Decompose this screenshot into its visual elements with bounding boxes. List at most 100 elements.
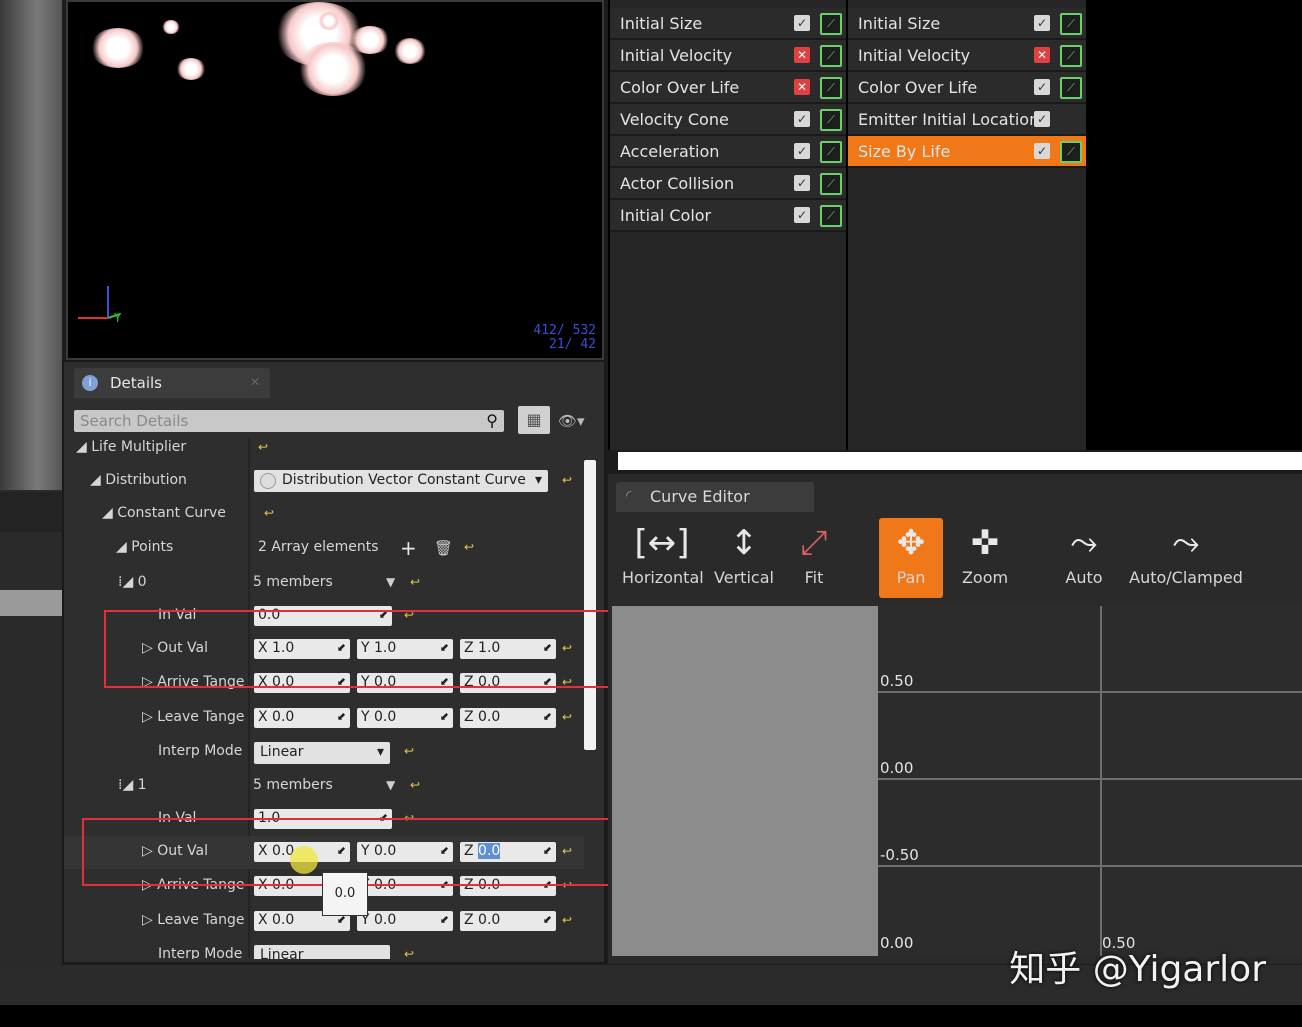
curve-graph-toggle-icon[interactable]: ⟋: [820, 45, 842, 67]
info-icon: i: [82, 375, 98, 391]
row-point-0[interactable]: ⁞◢ 0 5 members ▼ ↩: [64, 567, 584, 600]
module-row[interactable]: Acceleration ✓ ⟋: [610, 136, 846, 168]
module-label: Initial Size: [858, 14, 941, 33]
module-row[interactable]: Initial Color ✓ ⟋: [610, 200, 846, 232]
reset-arrow-icon[interactable]: ↩: [264, 506, 274, 520]
reset-arrow-icon[interactable]: ↩: [404, 947, 414, 959]
row-leave-tangent-0[interactable]: ▷ Leave Tange X 0.0 ⬋ Y 0.0 ⬋ Z 0.0 ⬋ ↩: [64, 702, 584, 735]
auto-clamped-button[interactable]: ⤳ Auto/Clamped: [1128, 518, 1244, 598]
reset-arrow-icon[interactable]: ↩: [410, 778, 420, 792]
interp-mode-0-dropdown[interactable]: Linear ▾: [254, 742, 390, 764]
search-details-input[interactable]: Search Details ⚲: [74, 410, 504, 432]
left-dark-bar: [0, 492, 62, 532]
auto-button[interactable]: ⤳ Auto: [1048, 518, 1120, 598]
disabled-checkbox-icon[interactable]: ✕: [794, 47, 810, 63]
leave-1-y-field[interactable]: Y 0.0 ⬋: [357, 911, 453, 931]
module-row[interactable]: Emitter Initial Location ✓: [848, 104, 1086, 136]
disabled-checkbox-icon[interactable]: ✕: [794, 79, 810, 95]
enabled-checkbox-icon[interactable]: ✓: [1034, 111, 1050, 127]
module-row[interactable]: Actor Collision ✓ ⟋: [610, 168, 846, 200]
timeline-bar: [618, 452, 1302, 470]
particle-viewport[interactable]: Y 412/ 532 21/ 42: [66, 0, 604, 360]
enabled-checkbox-icon[interactable]: ✓: [794, 175, 810, 191]
chevron-down-icon[interactable]: ▼: [386, 778, 395, 792]
module-row[interactable]: Initial Velocity ✕ ⟋: [610, 40, 846, 72]
module-row[interactable]: Velocity Cone ✓ ⟋: [610, 104, 846, 136]
reset-arrow-icon[interactable]: ↩: [562, 710, 572, 724]
enabled-checkbox-icon[interactable]: ✓: [794, 15, 810, 31]
enabled-checkbox-icon[interactable]: ✓: [1034, 15, 1050, 31]
module-row[interactable]: Size By Life ✓ ⟋: [848, 136, 1086, 168]
reset-arrow-icon[interactable]: ↩: [410, 575, 420, 589]
fit-icon: ⤢: [800, 523, 828, 563]
interp-mode-1-dropdown[interactable]: Linear: [254, 945, 390, 959]
enabled-checkbox-icon[interactable]: ✓: [1034, 79, 1050, 95]
module-row[interactable]: Initial Velocity ✕ ⟋: [848, 40, 1086, 72]
particle: [318, 12, 340, 30]
curve-graph[interactable]: 0.50 0.00 -0.50 0.00 0.50: [878, 606, 1302, 956]
highlight-box-out-val-0: [104, 610, 624, 688]
curve-graph-toggle-icon[interactable]: ⟋: [820, 205, 842, 227]
module-row[interactable]: Color Over Life ✓ ⟋: [848, 72, 1086, 104]
reset-arrow-icon[interactable]: ↩: [562, 473, 572, 487]
tab-details[interactable]: i Details ✕: [74, 368, 270, 398]
distribution-label: Distribution: [105, 472, 187, 488]
row-constant-curve[interactable]: ◢ Constant Curve ↩: [64, 498, 584, 531]
curve-graph-toggle-icon[interactable]: ⟋: [1060, 141, 1082, 163]
row-interp-mode-1[interactable]: Interp Mode Linear ↩: [64, 939, 584, 959]
row-distribution[interactable]: ◢ Distribution Distribution Vector Const…: [64, 465, 584, 498]
reset-arrow-icon[interactable]: ↩: [464, 540, 474, 554]
auto-tangent-icon: ⤳: [1070, 523, 1098, 563]
enabled-checkbox-icon[interactable]: ✓: [794, 207, 810, 223]
tab-details-label: Details: [110, 374, 163, 392]
points-label: Points: [131, 539, 174, 555]
row-point-1[interactable]: ⁞◢ 1 5 members ▼ ↩: [64, 770, 584, 803]
view-options-eye-icon[interactable]: 👁▾: [558, 412, 585, 430]
vertical-button[interactable]: ↕ Vertical: [712, 518, 776, 598]
curve-list-area[interactable]: [612, 606, 878, 956]
particle: [162, 20, 180, 34]
distribution-dropdown[interactable]: Distribution Vector Constant Curve ▾: [254, 470, 548, 492]
y-tick-label: -0.50: [880, 846, 919, 864]
module-label: Initial Color: [620, 206, 712, 225]
row-points[interactable]: ◢ Points 2 Array elements + 🗑 ↩: [64, 532, 584, 565]
leave-0-y-field[interactable]: Y 0.0 ⬋: [357, 708, 453, 728]
curve-graph-toggle-icon[interactable]: ⟋: [820, 109, 842, 131]
leave-0-x-field[interactable]: X 0.0 ⬋: [254, 708, 350, 728]
curve-graph-toggle-icon[interactable]: ⟋: [820, 13, 842, 35]
chevron-down-icon[interactable]: ▼: [386, 575, 395, 589]
enabled-checkbox-icon[interactable]: ✓: [794, 143, 810, 159]
enabled-checkbox-icon[interactable]: ✓: [1034, 143, 1050, 159]
module-label: Initial Velocity: [620, 46, 733, 65]
fit-button[interactable]: ⤢ Fit: [786, 518, 842, 598]
module-row[interactable]: Color Over Life ✕ ⟋: [610, 72, 846, 104]
zoom-button[interactable]: ✜ Zoom: [954, 518, 1016, 598]
horizontal-button[interactable]: [↔] Horizontal: [622, 518, 704, 598]
close-tab-icon[interactable]: ✕: [250, 375, 260, 389]
row-interp-mode-0[interactable]: Interp Mode Linear ▾ ↩: [64, 736, 584, 769]
row-life-multiplier[interactable]: ◢ Life Multiplier ↩: [64, 432, 584, 465]
module-row[interactable]: Initial Size ✓ ⟋: [848, 8, 1086, 40]
reset-arrow-icon[interactable]: ↩: [404, 744, 414, 758]
tab-curve-editor[interactable]: ◜ Curve Editor: [616, 482, 814, 512]
details-scrollbar[interactable]: [584, 460, 596, 750]
property-matrix-button[interactable]: ▦: [518, 406, 550, 434]
reset-arrow-icon[interactable]: ↩: [562, 913, 572, 927]
add-element-icon[interactable]: +: [400, 536, 417, 560]
curve-graph-toggle-icon[interactable]: ⟋: [820, 77, 842, 99]
leave-0-z-field[interactable]: Z 0.0 ⬋: [460, 708, 556, 728]
pan-button[interactable]: ✥ Pan: [879, 518, 943, 598]
curve-graph-toggle-icon[interactable]: ⟋: [820, 141, 842, 163]
reset-arrow-icon[interactable]: ↩: [258, 440, 268, 454]
curve-graph-toggle-icon[interactable]: ⟋: [1060, 45, 1082, 67]
leave-1-z-field[interactable]: Z 0.0 ⬋: [460, 911, 556, 931]
trash-icon[interactable]: 🗑: [434, 539, 453, 557]
watermark: 知乎 @Yigarlor: [1009, 949, 1266, 990]
disabled-checkbox-icon[interactable]: ✕: [1034, 47, 1050, 63]
curve-graph-toggle-icon[interactable]: ⟋: [820, 173, 842, 195]
curve-graph-toggle-icon[interactable]: ⟋: [1060, 13, 1082, 35]
module-row[interactable]: Initial Size ✓ ⟋: [610, 8, 846, 40]
curve-graph-toggle-icon[interactable]: ⟋: [1060, 77, 1082, 99]
enabled-checkbox-icon[interactable]: ✓: [794, 111, 810, 127]
svg-text:Y: Y: [113, 311, 122, 325]
